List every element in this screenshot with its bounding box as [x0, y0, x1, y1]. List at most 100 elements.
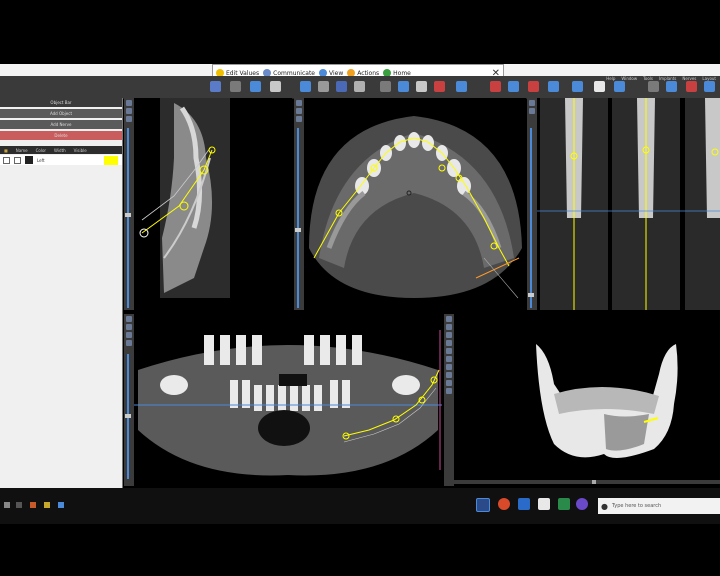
viewport-tool-icon[interactable] — [446, 372, 452, 378]
header-color: Color — [35, 147, 47, 153]
viewport-tool-icon[interactable] — [296, 108, 302, 114]
viewport-tool-icon[interactable] — [126, 108, 132, 114]
nerve-icon[interactable] — [490, 81, 501, 92]
search-placeholder: Type here to search — [612, 503, 662, 509]
home-icon[interactable] — [270, 81, 281, 92]
microphone-icon: ● — [601, 501, 608, 511]
menu-item[interactable]: Window — [621, 76, 637, 84]
header-width: Width — [54, 147, 66, 153]
viewport-tool-icon[interactable] — [446, 388, 452, 394]
viewport-side-bar — [294, 98, 304, 310]
slider-handle[interactable] — [528, 293, 534, 297]
viewport-tool-icon[interactable] — [529, 108, 535, 114]
viewport-tool-icon[interactable] — [446, 364, 452, 370]
pan-icon[interactable] — [230, 81, 241, 92]
viewport-tool-icon[interactable] — [126, 116, 132, 122]
lock-checkbox[interactable] — [14, 156, 21, 164]
menu-item[interactable]: Layout — [702, 76, 716, 84]
cross-sections-image — [537, 98, 720, 310]
marker-icon[interactable] — [528, 81, 539, 92]
3d-viewport[interactable] — [454, 314, 720, 486]
crop-icon[interactable] — [354, 81, 365, 92]
object-name: Left — [37, 157, 45, 163]
menu-item[interactable]: Help — [606, 76, 615, 84]
viewport-tool-icon[interactable] — [446, 324, 452, 330]
header-visible: Visible — [73, 147, 87, 153]
viewport-side-bar — [124, 98, 134, 310]
lock-icon: ■ — [4, 147, 8, 153]
viewport-tool-icon[interactable] — [529, 100, 535, 106]
reset-icon[interactable] — [398, 81, 409, 92]
menu-item[interactable]: Nerves — [682, 76, 696, 84]
viewport-tool-icon[interactable] — [296, 116, 302, 122]
export-icon[interactable] — [572, 81, 583, 92]
layout-icon[interactable] — [456, 81, 467, 92]
app-icon[interactable] — [476, 498, 490, 512]
cross-section-image — [139, 98, 230, 298]
taskbar-icon[interactable] — [44, 502, 50, 508]
measure-icon[interactable] — [250, 81, 261, 92]
viewport-tool-icon[interactable] — [126, 100, 132, 106]
3d-scrollbar[interactable] — [454, 480, 720, 484]
chrome-icon[interactable] — [498, 498, 510, 510]
store-icon[interactable] — [538, 498, 550, 510]
viewport-tool-icon[interactable] — [446, 356, 452, 362]
excel-icon[interactable] — [558, 498, 570, 510]
search-box[interactable]: ● Type here to search — [598, 498, 720, 514]
menu-bar: Help Window Tools Implants Nerves Layout — [606, 76, 716, 84]
panoramic-viewport[interactable] — [134, 330, 442, 486]
taskbar-icon[interactable] — [16, 502, 22, 508]
slider-handle[interactable] — [295, 228, 301, 232]
viewport-tool-icon[interactable] — [446, 380, 452, 386]
panoramic-image — [134, 330, 442, 476]
print-icon[interactable] — [594, 81, 605, 92]
menu-item[interactable]: Tools — [643, 76, 653, 84]
viewport-tool-icon[interactable] — [446, 348, 452, 354]
viewport-tool-icon[interactable] — [446, 332, 452, 338]
rotate-icon[interactable] — [300, 81, 311, 92]
panel-title: Object Bar — [0, 98, 122, 107]
cross-sections-viewport[interactable] — [537, 98, 720, 310]
viewport-tool-icon[interactable] — [126, 332, 132, 338]
object-row[interactable]: Left — [0, 155, 122, 165]
viewport-tool-icon[interactable] — [126, 324, 132, 330]
delete-button[interactable]: Delete — [0, 131, 122, 140]
axial-viewport[interactable] — [304, 98, 526, 310]
onedrive-icon[interactable] — [576, 498, 588, 510]
taskbar-icon[interactable] — [30, 502, 36, 508]
slider-handle[interactable] — [125, 213, 131, 217]
cross-section-viewport[interactable] — [134, 98, 292, 310]
screenshot-icon[interactable] — [548, 81, 559, 92]
contrast-icon[interactable] — [380, 81, 391, 92]
slice-slider[interactable] — [530, 128, 532, 308]
viewport-tool-icon[interactable] — [446, 340, 452, 346]
taskbar-icon[interactable] — [58, 502, 64, 508]
outlook-icon[interactable] — [518, 498, 530, 510]
zoom-icon[interactable] — [210, 81, 221, 92]
palette-icon[interactable] — [434, 81, 445, 92]
viewport-tool-icon[interactable] — [296, 100, 302, 106]
object-color-swatch[interactable] — [104, 155, 118, 165]
slider-handle[interactable] — [125, 414, 131, 418]
window-icon[interactable] — [416, 81, 427, 92]
start-icon[interactable] — [4, 502, 10, 508]
slice-slider[interactable] — [297, 128, 299, 308]
3d-mandible-image — [536, 344, 678, 458]
implant-icon[interactable] — [508, 81, 519, 92]
menu-item[interactable]: Implants — [659, 76, 676, 84]
add-nerve-button[interactable]: Add Nerve — [0, 120, 122, 129]
viewport-side-bar — [124, 314, 134, 486]
scrollbar-thumb[interactable] — [592, 480, 596, 484]
viewport-tool-icon[interactable] — [446, 316, 452, 322]
viewport-tool-icon[interactable] — [126, 316, 132, 322]
visible-checkbox[interactable] — [3, 156, 10, 164]
type-icon — [25, 156, 33, 164]
slice-slider[interactable] — [127, 128, 129, 308]
viewport-tool-icon[interactable] — [126, 340, 132, 346]
object-list-header: ■ Name Color Width Visible — [0, 146, 122, 154]
angle-icon[interactable] — [318, 81, 329, 92]
ruler-icon[interactable] — [336, 81, 347, 92]
header-name: Name — [15, 147, 28, 153]
viewport-side-bar — [527, 98, 537, 310]
add-object-button[interactable]: Add Object — [0, 109, 122, 118]
